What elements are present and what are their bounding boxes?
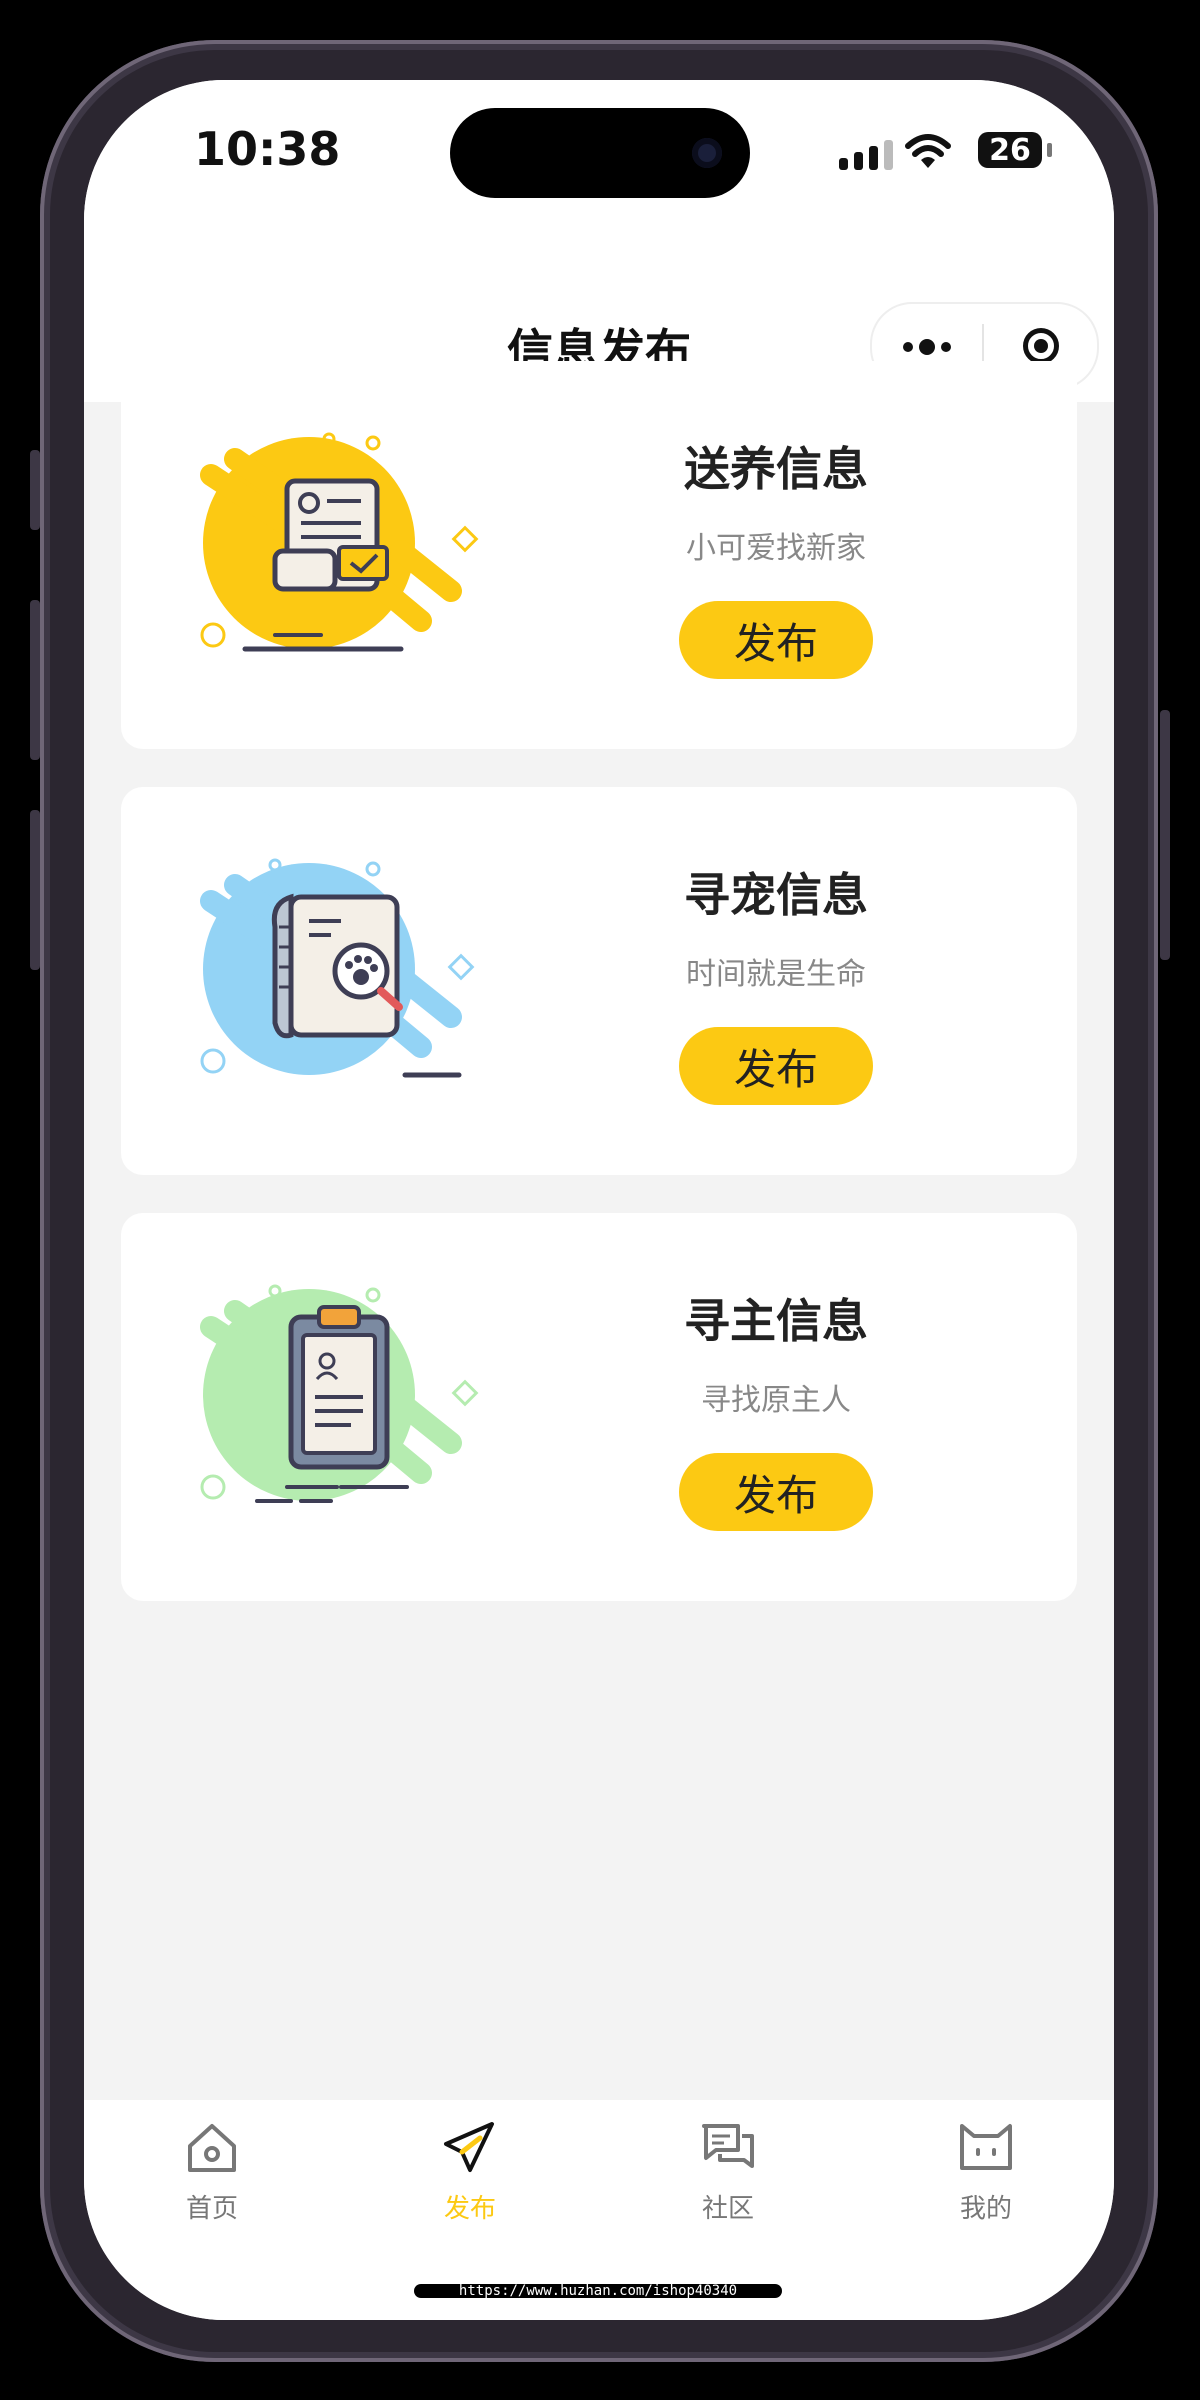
target-close-icon xyxy=(1022,328,1059,364)
volume-up-button xyxy=(30,600,40,760)
tab-label: 发布 xyxy=(443,2194,496,2224)
paper-plane-icon xyxy=(370,2118,570,2182)
cat-face-icon xyxy=(886,2118,1086,2182)
publish-button[interactable]: 发布 xyxy=(679,601,873,679)
app-screen: 10:38 26 信息发布 送养信息 小可爱找新家 发布 寻宠信息 时间就是生命… xyxy=(84,80,1114,2320)
status-bar: 10:38 26 xyxy=(84,80,1114,220)
card-title: 送养信息 xyxy=(684,442,868,496)
tab-publish[interactable]: 发布 xyxy=(370,2118,570,2225)
publish-button[interactable]: 发布 xyxy=(679,1027,873,1105)
card-title: 寻主信息 xyxy=(684,1294,868,1348)
adoption-document-icon xyxy=(200,432,479,652)
close-button[interactable] xyxy=(984,328,1097,364)
wifi-icon xyxy=(904,132,952,182)
card-lost-pet[interactable]: 寻宠信息 时间就是生命 发布 xyxy=(121,787,1077,1175)
tab-mine[interactable]: 我的 xyxy=(886,2118,1086,2225)
publish-button[interactable]: 发布 xyxy=(679,1453,873,1531)
cellular-signal-icon xyxy=(839,140,893,170)
mute-switch xyxy=(30,450,40,530)
card-subtitle: 寻找原主人 xyxy=(701,1383,851,1418)
more-button[interactable] xyxy=(872,337,982,356)
camera-icon xyxy=(692,138,722,168)
card-title: 寻宠信息 xyxy=(684,868,868,922)
card-info: 寻主信息 寻找原主人 发布 xyxy=(671,1285,881,1531)
status-time: 10:38 xyxy=(194,122,341,176)
tab-label: 我的 xyxy=(959,2194,1012,2224)
battery-level: 26 xyxy=(989,132,1031,168)
card-info: 送养信息 小可爱找新家 发布 xyxy=(671,433,881,679)
more-dots-icon xyxy=(903,338,951,355)
volume-down-button xyxy=(30,810,40,970)
card-adoption[interactable]: 送养信息 小可爱找新家 发布 xyxy=(121,361,1077,749)
tab-label: 社区 xyxy=(701,2194,754,2224)
tab-bar: 首页 发布 社区 我的 https://www.huzhan.com/ishop… xyxy=(84,2100,1114,2320)
card-subtitle: 时间就是生命 xyxy=(686,957,866,992)
chat-bubbles-icon xyxy=(628,2118,828,2182)
watermark-url: https://www.huzhan.com/ishop40340 xyxy=(458,2283,738,2299)
card-subtitle: 小可爱找新家 xyxy=(686,531,866,566)
card-find-owner[interactable]: 寻主信息 寻找原主人 发布 xyxy=(121,1213,1077,1601)
tab-label: 首页 xyxy=(185,2194,238,2224)
tab-community[interactable]: 社区 xyxy=(628,2118,828,2225)
home-icon xyxy=(112,2118,312,2182)
dynamic-island xyxy=(450,108,750,198)
power-button xyxy=(1160,710,1170,960)
battery-icon: 26 xyxy=(978,132,1052,168)
tab-home[interactable]: 首页 xyxy=(112,2118,312,2225)
card-info: 寻宠信息 时间就是生命 发布 xyxy=(671,859,881,1105)
clipboard-owner-icon xyxy=(200,1284,479,1503)
lost-pet-search-icon xyxy=(200,858,475,1078)
